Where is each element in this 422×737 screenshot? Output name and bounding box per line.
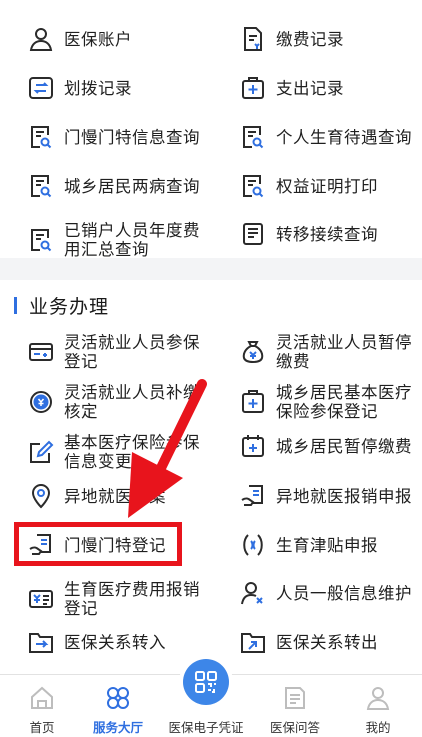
item-resident-medical-enrollment[interactable]: 城乡居民基本医疗 保险参保登记 <box>240 383 422 421</box>
item-maternity-expense-reimbursement[interactable]: 生育医疗费用报销 登记 <box>28 580 228 618</box>
location-icon <box>28 483 54 509</box>
query-card: 医保账户 缴费记录 划拨记录 支出记录 门慢门特信息查询 个人生育待遇查询 城乡… <box>0 0 422 259</box>
coin-icon <box>28 389 54 415</box>
item-expense-records[interactable]: 支出记录 <box>240 75 422 101</box>
transfer-icon <box>28 75 54 101</box>
item-medical-relation-transfer-out[interactable]: 医保关系转出 <box>240 629 422 655</box>
highlight-box <box>14 522 182 566</box>
doc-search-icon <box>28 173 54 199</box>
medical-plus-icon <box>240 389 266 415</box>
qr-code-button[interactable] <box>183 659 229 705</box>
item-personal-info-maintenance[interactable]: 人员一般信息维护 <box>240 580 422 606</box>
item-flexible-employee-back-payment[interactable]: 灵活就业人员补缴 核定 <box>28 383 228 421</box>
id-card-icon <box>28 339 54 365</box>
item-transfer-continuation-query[interactable]: 转移接续查询 <box>240 221 422 247</box>
tab-medical-qa[interactable]: 医保问答 <box>253 675 337 737</box>
qr-code-icon <box>195 671 217 693</box>
tab-service-hall[interactable]: 服务大厅 <box>76 675 160 737</box>
reimburse-icon <box>240 483 266 509</box>
folder-in-icon <box>28 629 54 655</box>
item-payment-records[interactable]: 缴费记录 <box>240 26 422 52</box>
item-medical-relation-transfer-in[interactable]: 医保关系转入 <box>28 629 228 655</box>
service-hall-icon <box>107 687 129 709</box>
item-maternity-allowance-application[interactable]: 生育津贴申报 <box>240 532 422 558</box>
item-out-of-town-reimbursement[interactable]: 异地就医报销申报 <box>240 483 422 509</box>
home-icon <box>31 686 53 709</box>
qa-icon <box>285 687 305 709</box>
expense-icon <box>240 75 266 101</box>
section-title-business: 业务办理 <box>14 292 109 319</box>
maternity-icon <box>240 532 266 558</box>
tab-mine[interactable]: 我的 <box>336 675 420 737</box>
profile-icon <box>366 687 390 710</box>
doc-search-icon <box>28 227 54 253</box>
item-rights-certificate-print[interactable]: 权益证明打印 <box>240 173 422 199</box>
item-flexible-employee-enrollment[interactable]: 灵活就业人员参保 登记 <box>28 333 228 371</box>
item-closed-account-summary-query[interactable]: 已销户人员年度费 用汇总查询 <box>28 221 228 259</box>
tab-home[interactable]: 首页 <box>0 675 84 737</box>
item-medical-account[interactable]: 医保账户 <box>28 26 228 52</box>
user-icon <box>28 26 54 52</box>
money-bag-icon <box>240 339 266 365</box>
doc-search-icon <box>240 173 266 199</box>
calendar-plus-icon <box>240 433 266 459</box>
edit-icon <box>28 439 54 465</box>
yuan-card-icon <box>28 586 54 612</box>
item-chronic-info-query[interactable]: 门慢门特信息查询 <box>28 124 228 150</box>
item-resident-suspend-payment[interactable]: 城乡居民暂停缴费 <box>240 433 422 459</box>
section-accent-bar <box>14 297 17 314</box>
item-transfer-records[interactable]: 划拨记录 <box>28 75 228 101</box>
doc-search-icon <box>240 124 266 150</box>
item-flexible-employee-suspend-payment[interactable]: 灵活就业人员暂停 缴费 <box>240 333 422 371</box>
folder-out-icon <box>240 629 266 655</box>
item-medical-insurance-info-change[interactable]: 基本医疗保险参保 信息变更 <box>28 433 228 471</box>
payment-record-icon <box>240 26 266 52</box>
item-out-of-town-medical-filing[interactable]: 异地就医备案 <box>28 483 228 509</box>
item-two-diseases-query[interactable]: 城乡居民两病查询 <box>28 173 228 199</box>
list-doc-icon <box>240 221 266 247</box>
item-maternity-benefit-query[interactable]: 个人生育待遇查询 <box>240 124 422 150</box>
user-x-icon <box>240 580 266 606</box>
doc-search-icon <box>28 124 54 150</box>
